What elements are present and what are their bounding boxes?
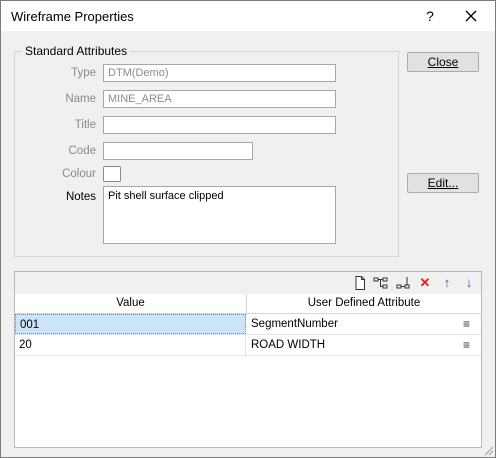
code-label: Code (68, 145, 97, 157)
column-header-value[interactable]: Value (15, 294, 247, 313)
close-button-label: Close (427, 55, 459, 69)
name-label: Name (65, 93, 96, 105)
close-icon (465, 10, 477, 22)
attribute-cell: ROAD WIDTH (251, 339, 326, 351)
grid-toolbar: ✕ ↑ ↓ (15, 272, 481, 295)
code-field[interactable] (103, 142, 253, 160)
close-button[interactable]: Close (407, 52, 479, 72)
insert-sibling-icon[interactable] (395, 275, 411, 291)
edit-button-label: Edit... (427, 176, 459, 190)
move-down-icon[interactable]: ↓ (461, 275, 477, 291)
table-row[interactable]: 001 SegmentNumber ≡ (15, 314, 481, 335)
colour-label: Colour (62, 168, 96, 180)
insert-child-icon[interactable] (373, 275, 389, 291)
attribute-cell: SegmentNumber (251, 318, 338, 330)
resize-grip-icon[interactable] (482, 444, 494, 456)
colour-swatch[interactable] (103, 166, 121, 182)
name-field: MINE_AREA (103, 90, 336, 108)
group-legend: Standard Attributes (22, 44, 131, 58)
close-window-button[interactable] (460, 5, 482, 27)
notes-field[interactable]: Pit shell surface clipped (103, 186, 336, 244)
value-cell[interactable]: 001 (15, 314, 246, 334)
grid-header: Value User Defined Attribute (15, 294, 481, 314)
title-label: Title (74, 119, 96, 131)
type-field: DTM(Demo) (103, 64, 336, 82)
row-menu-icon[interactable]: ≡ (463, 335, 473, 355)
type-label: Type (71, 67, 96, 79)
delete-icon[interactable]: ✕ (417, 275, 433, 291)
value-cell[interactable]: 20 (15, 335, 246, 355)
move-up-icon[interactable]: ↑ (439, 275, 455, 291)
table-row[interactable]: 20 ROAD WIDTH ≡ (15, 335, 481, 356)
row-menu-icon[interactable]: ≡ (463, 314, 473, 334)
help-button[interactable]: ? (420, 5, 440, 27)
title-field[interactable] (103, 116, 336, 134)
attributes-grid: ✕ ↑ ↓ Value User Defined Attribute 001 S… (14, 271, 482, 448)
window-title: Wireframe Properties (11, 9, 134, 24)
wireframe-properties-dialog: Wireframe Properties ? Standard Attribut… (0, 0, 496, 458)
notes-label: Notes (65, 191, 96, 203)
title-bar: Wireframe Properties ? (1, 1, 495, 31)
column-header-attribute[interactable]: User Defined Attribute (247, 294, 481, 313)
edit-button[interactable]: Edit... (407, 173, 479, 193)
new-icon[interactable] (352, 275, 368, 291)
